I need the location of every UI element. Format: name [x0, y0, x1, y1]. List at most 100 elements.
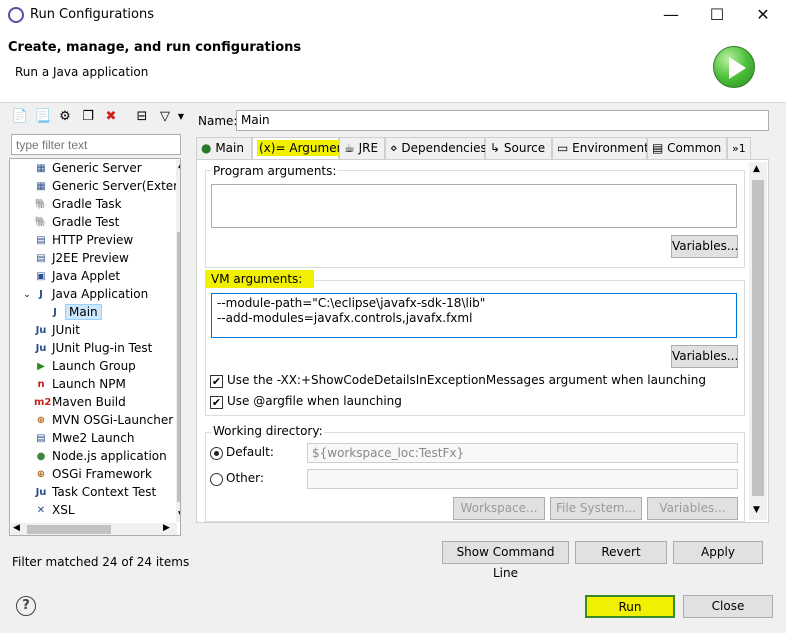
tree-item-label: Gradle Task [52, 197, 122, 211]
tree-item-label: Java Application [52, 287, 149, 301]
tree-item[interactable]: ⊕ OSGi Framework [10, 466, 170, 484]
show-command-line-button[interactable]: Show Command Line [442, 541, 569, 580]
tab-dependencies[interactable]: ⋄ Dependencies [385, 137, 487, 160]
apply-button[interactable]: Apply [673, 541, 763, 564]
tree-item-label: Generic Server(Extern [52, 179, 181, 193]
tree-vertical-scrollbar[interactable]: ▲ ▼ [176, 160, 180, 522]
run-button[interactable]: Run [585, 595, 675, 618]
close-window-button[interactable]: ✕ [740, 0, 786, 30]
export-icon[interactable]: ⚙ [56, 108, 74, 126]
tab-main-label: Main [215, 141, 244, 155]
tree-item[interactable]: ✕ XSL [10, 502, 170, 520]
maximize-button[interactable]: ☐ [694, 0, 740, 30]
arguments-panel: Program arguments: Variables... VM argum… [196, 159, 769, 523]
hscroll-thumb[interactable] [27, 525, 111, 534]
argfile-checkbox[interactable]: ✔ [210, 396, 223, 409]
panel-scroll-down-icon[interactable]: ▼ [753, 505, 760, 515]
tab-source[interactable]: ↳ Source [485, 137, 552, 160]
title-bar: Run Configurations — ☐ ✕ [0, 0, 786, 30]
maven-icon: m2 [34, 397, 52, 408]
other-radio-label: Other: [226, 471, 264, 485]
duplicate-icon[interactable]: ❐ [79, 108, 97, 126]
junit-icon: Ju [35, 487, 47, 498]
tree-item[interactable]: n Launch NPM [10, 376, 170, 394]
tab-main[interactable]: ● Main [196, 137, 252, 160]
delete-icon[interactable]: ✖ [102, 108, 120, 126]
workspace-button[interactable]: Workspace... [453, 497, 545, 520]
other-radio[interactable] [210, 473, 223, 486]
tree-horizontal-scrollbar[interactable]: ◀ ▶ [11, 523, 177, 535]
scroll-down-icon[interactable]: ▼ [178, 510, 180, 520]
filesystem-button[interactable]: File System... [550, 497, 642, 520]
gradle-icon: 🐘 [34, 217, 48, 228]
java-app-icon: J [39, 289, 43, 300]
npm-icon: n [37, 379, 45, 390]
tree-item[interactable]: ▦ Generic Server(Extern [10, 178, 180, 196]
filter-icon[interactable]: ▽ [156, 108, 174, 126]
tree-item-label: Java Applet [52, 269, 121, 283]
tree-item[interactable]: ▤ Mwe2 Launch [10, 430, 170, 448]
tree-item[interactable]: m2 Maven Build [10, 394, 170, 412]
panel-scroll-thumb[interactable] [752, 180, 764, 496]
tree-item[interactable]: J Main [10, 304, 170, 322]
tab-common-label: Common [667, 141, 722, 155]
scroll-up-icon[interactable]: ▲ [178, 160, 180, 170]
xsl-icon: ✕ [36, 505, 46, 516]
filter-input[interactable] [11, 134, 181, 155]
minimize-button[interactable]: — [648, 0, 694, 30]
tab-arguments[interactable]: (x)= Arguments [252, 137, 358, 160]
scroll-right-icon[interactable]: ▶ [163, 523, 170, 533]
default-radio[interactable] [210, 447, 223, 460]
tree-item-label: Mwe2 Launch [52, 431, 135, 445]
new-prototype-icon[interactable]: 📃 [34, 108, 52, 126]
tree-item[interactable]: ▦ Generic Server [10, 160, 170, 178]
other-dir-field[interactable] [307, 469, 738, 489]
tree-item[interactable]: ▤ HTTP Preview [10, 232, 170, 250]
expand-chevron-icon[interactable]: ⌄ [20, 288, 34, 302]
revert-button[interactable]: Revert [575, 541, 667, 564]
close-button[interactable]: Close [683, 595, 773, 618]
tree-item-label: XSL [52, 503, 75, 517]
view-menu-icon[interactable]: ▼ [176, 108, 186, 126]
tree-item[interactable]: ● Node.js application [10, 448, 170, 466]
launch-group-icon: ▶ [37, 361, 45, 372]
tab-overflow[interactable]: »1 [727, 137, 751, 160]
junit-icon: Ju [35, 325, 47, 336]
tab-common[interactable]: ▤ Common [647, 137, 727, 160]
program-variables-button[interactable]: Variables... [671, 235, 738, 258]
scroll-left-icon[interactable]: ◀ [13, 523, 20, 533]
collapse-all-icon[interactable]: ⊟ [133, 108, 151, 126]
tree-item[interactable]: 🐘 Gradle Task [10, 196, 170, 214]
tree-item[interactable]: Ju JUnit [10, 322, 170, 340]
tree-item[interactable]: ⊕ MVN OSGi-Launcher [10, 412, 173, 430]
program-args-textarea[interactable] [211, 184, 737, 228]
tree-item[interactable]: ▣ Java Applet [10, 268, 170, 286]
tab-environment[interactable]: ▭ Environment [552, 137, 649, 160]
scroll-thumb[interactable] [177, 232, 180, 502]
vm-args-textarea[interactable]: --module-path="C:\eclipse\javafx-sdk-18\… [211, 293, 737, 338]
panel-scroll-up-icon[interactable]: ▲ [753, 164, 760, 174]
tree-item[interactable]: ▤ J2EE Preview [10, 250, 170, 268]
tree-item[interactable]: Ju Task Context Test [10, 484, 170, 502]
header-subtitle: Run a Java application [15, 65, 149, 79]
default-radio-label: Default: [226, 445, 274, 459]
tree-item[interactable]: ▶ Launch Group [10, 358, 170, 376]
tree-item-label: Launch NPM [52, 377, 126, 391]
working-variables-button[interactable]: Variables... [647, 497, 738, 520]
tree-item-label: J2EE Preview [52, 251, 129, 265]
vm-variables-button[interactable]: Variables... [671, 345, 738, 368]
tree-item-label: Main [65, 304, 102, 320]
help-icon[interactable]: ? [16, 596, 36, 616]
tree-item-label: Node.js application [52, 449, 167, 463]
tree-item-label: JUnit Plug-in Test [52, 341, 153, 355]
gradle-icon: 🐘 [34, 199, 48, 210]
tree-item[interactable]: ⌄ J Java Application [10, 286, 170, 304]
new-config-icon[interactable]: 📄 [11, 108, 29, 126]
name-field[interactable]: Main [236, 110, 769, 131]
xx-checkbox[interactable]: ✔ [210, 375, 223, 388]
tree-item[interactable]: 🐘 Gradle Test [10, 214, 170, 232]
node-icon: ● [36, 451, 46, 462]
tab-jre[interactable]: ☕ JRE [339, 137, 385, 160]
tree-item[interactable]: Ju JUnit Plug-in Test [10, 340, 170, 358]
panel-scrollbar[interactable]: ▲ ▼ [749, 162, 767, 520]
